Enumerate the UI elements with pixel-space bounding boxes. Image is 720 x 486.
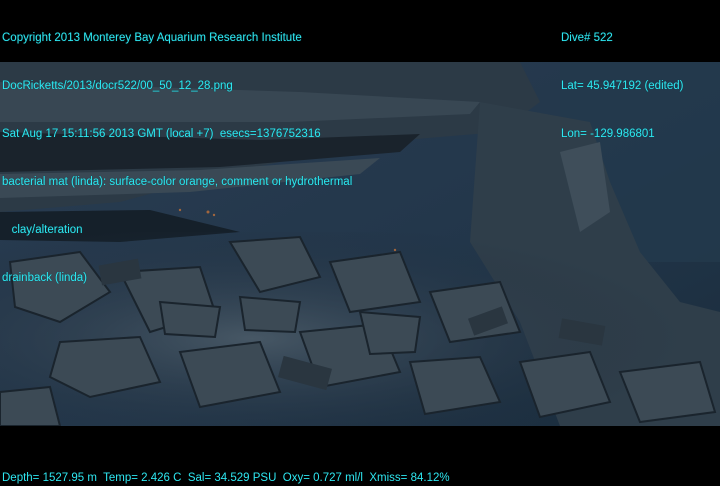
annotation-line-1: bacterial mat (linda): surface-color ora… xyxy=(2,176,353,188)
overlay-top-left: Copyright 2013 Monterey Bay Aquarium Res… xyxy=(2,0,352,302)
sensor-readout: Depth= 1527.95 m Temp= 2.426 C Sal= 34.5… xyxy=(2,472,450,484)
latitude-text: Lat= 45.947192 (edited) xyxy=(561,80,684,92)
dive-number: Dive# 522 xyxy=(561,32,613,44)
copyright-text: Copyright 2013 Monterey Bay Aquarium Res… xyxy=(2,32,302,44)
longitude-text: Lon= -129.986801 xyxy=(561,128,655,140)
annotation-line-3: drainback (linda) xyxy=(2,272,88,284)
overlay-top-right: Dive# 522 Lat= 45.947192 (edited) Lon= -… xyxy=(561,0,683,158)
annotation-line-2: clay/alteration xyxy=(2,224,83,236)
image-filename: DocRicketts/2013/docr522/00_50_12_28.png xyxy=(2,80,233,92)
timestamp-text: Sat Aug 17 15:11:56 2013 GMT (local +7) … xyxy=(2,128,321,140)
